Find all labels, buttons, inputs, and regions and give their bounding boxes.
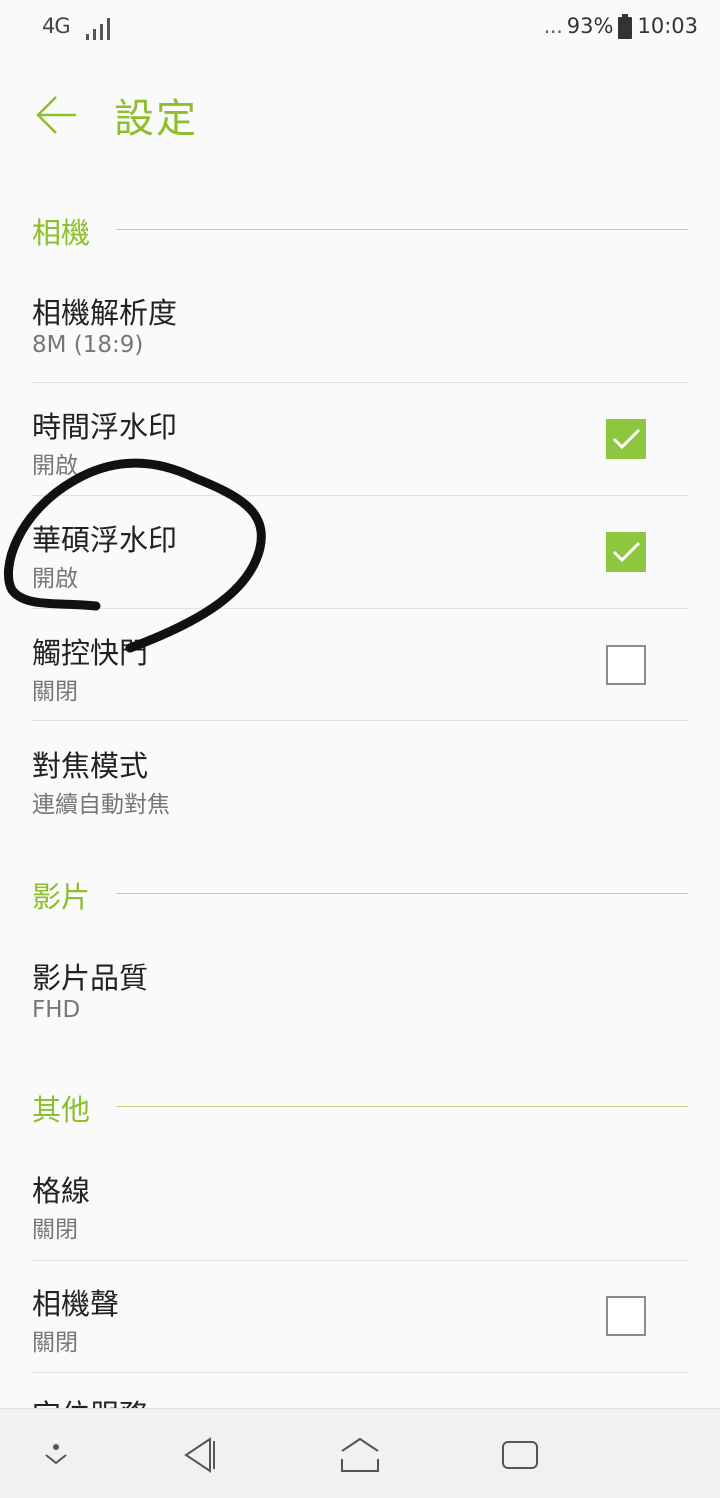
checkmark-icon xyxy=(612,428,641,450)
section-other: 其他 xyxy=(32,1087,688,1127)
setting-title: 相機解析度 xyxy=(32,296,178,330)
clock: 10:03 xyxy=(637,14,698,38)
app-bar: 設定 xyxy=(0,62,720,172)
setting-value: 連續自動對焦 xyxy=(32,792,170,818)
checkmark-icon xyxy=(612,541,641,563)
section-camera-label: 相機 xyxy=(32,216,91,250)
section-other-label: 其他 xyxy=(32,1093,91,1127)
asus-watermark-checkbox[interactable] xyxy=(606,532,646,572)
camera-sound-checkbox[interactable] xyxy=(606,1296,646,1336)
status-right: ... 93% 10:03 xyxy=(543,14,698,39)
setting-title: 時間浮水印 xyxy=(32,410,178,444)
setting-focus-mode[interactable]: 對焦模式 連續自動對焦 xyxy=(32,743,688,823)
setting-value: 關閉 xyxy=(32,679,78,705)
row-divider xyxy=(32,1372,688,1373)
handdrawn-circle-annotation xyxy=(4,458,266,653)
section-divider xyxy=(116,229,688,230)
signal-icon xyxy=(86,18,110,40)
recent-apps-icon[interactable] xyxy=(498,1433,542,1477)
status-bar: 4G ... 93% 10:03 xyxy=(0,0,720,62)
setting-value: 關閉 xyxy=(32,1217,78,1243)
row-divider xyxy=(32,382,688,383)
network-type: 4G xyxy=(42,14,71,38)
battery-percent: 93% xyxy=(566,14,614,38)
time-watermark-checkbox[interactable] xyxy=(606,419,646,459)
home-icon[interactable] xyxy=(338,1433,382,1477)
setting-value: FHD xyxy=(32,997,81,1023)
setting-value: 關閉 xyxy=(32,1330,78,1356)
section-video-label: 影片 xyxy=(32,880,91,914)
battery-dots: ... xyxy=(543,14,563,38)
setting-value: 8M (18:9) xyxy=(32,332,144,358)
setting-title: 影片品質 xyxy=(32,961,149,995)
page-title: 設定 xyxy=(114,96,198,142)
row-divider xyxy=(32,1260,688,1261)
section-divider xyxy=(116,1106,688,1107)
section-video: 影片 xyxy=(32,874,688,914)
setting-camera-resolution[interactable]: 相機解析度 8M (18:9) xyxy=(32,290,688,383)
setting-video-quality[interactable]: 影片品質 FHD xyxy=(32,955,688,1035)
setting-camera-sound[interactable]: 相機聲 關閉 xyxy=(32,1281,688,1373)
row-divider xyxy=(32,720,688,721)
touch-shutter-checkbox[interactable] xyxy=(606,645,646,685)
setting-title: 相機聲 xyxy=(32,1287,120,1321)
navigation-bar xyxy=(0,1408,720,1498)
battery-icon xyxy=(617,14,633,39)
section-camera: 相機 xyxy=(32,210,688,250)
chevron-down-icon[interactable] xyxy=(34,1433,78,1477)
setting-title: 格線 xyxy=(32,1174,91,1208)
back-icon[interactable] xyxy=(178,1433,222,1477)
setting-title: 對焦模式 xyxy=(32,749,149,783)
section-divider xyxy=(116,893,688,894)
back-arrow-icon[interactable] xyxy=(34,92,80,138)
setting-grid[interactable]: 格線 關閉 xyxy=(32,1168,688,1261)
